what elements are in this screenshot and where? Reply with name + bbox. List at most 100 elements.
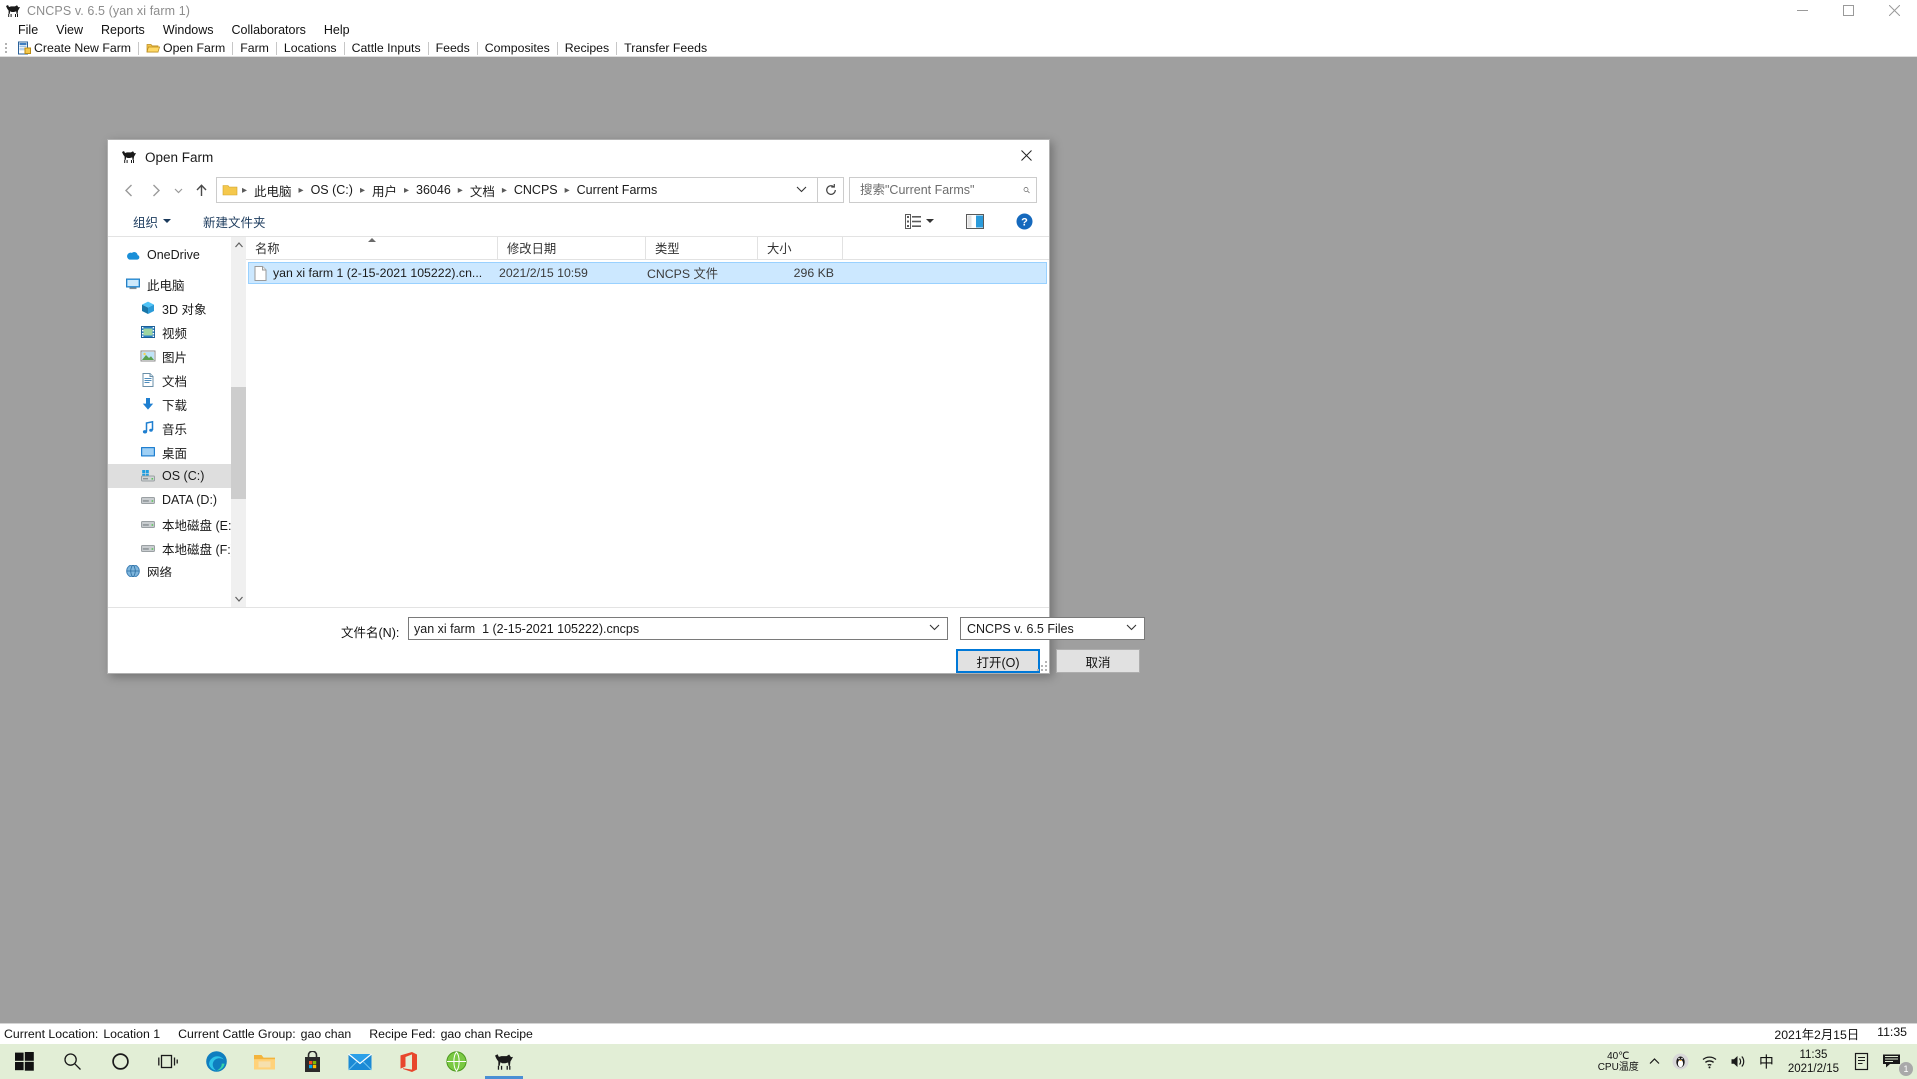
recent-locations-button[interactable] xyxy=(168,177,188,203)
nav-item-videos[interactable]: 视频 xyxy=(108,320,246,344)
toolbar-composites[interactable]: Composites xyxy=(479,40,556,56)
close-button[interactable] xyxy=(1871,0,1917,21)
breadcrumb-item-1[interactable]: OS (C:) xyxy=(306,180,358,200)
minimize-button[interactable] xyxy=(1779,0,1825,21)
toolbar-grip[interactable] xyxy=(2,42,9,55)
column-header-date-modified[interactable]: 修改日期 xyxy=(498,237,646,259)
file-list[interactable]: yan xi farm 1 (2-15-2021 105222).cn... 2… xyxy=(246,260,1049,607)
cpu-temperature-indicator[interactable]: 40℃ CPU温度 xyxy=(1594,1044,1643,1079)
browser-button[interactable] xyxy=(432,1044,480,1079)
nav-item-local-disk-f-label: 本地磁盘 (F:) xyxy=(162,542,235,557)
filetype-combobox[interactable]: CNCPS v. 6.5 Files xyxy=(960,617,1145,640)
volume-tray-button[interactable] xyxy=(1724,1044,1753,1079)
column-header-type[interactable]: 类型 xyxy=(646,237,758,259)
nav-item-local-disk-e[interactable]: 本地磁盘 (E:) xyxy=(108,512,246,536)
toolbar-open-farm[interactable]: Open Farm xyxy=(140,40,231,56)
microsoft-store-button[interactable] xyxy=(288,1044,336,1079)
edge-button[interactable] xyxy=(192,1044,240,1079)
forward-button[interactable] xyxy=(142,177,168,203)
nav-item-downloads[interactable]: 下载 xyxy=(108,392,246,416)
toolbar-open-farm-label: Open Farm xyxy=(163,41,226,55)
table-row[interactable]: yan xi farm 1 (2-15-2021 105222).cn... 2… xyxy=(248,262,1047,284)
refresh-button[interactable] xyxy=(818,177,844,203)
menu-view[interactable]: View xyxy=(47,22,92,39)
menu-windows[interactable]: Windows xyxy=(154,22,223,39)
address-bar[interactable]: ▸ 此电脑 ▸ OS (C:) ▸ 用户 ▸ 36046 ▸ 文档 ▸ CNCP… xyxy=(216,177,818,203)
nav-item-data-d[interactable]: DATA (D:) xyxy=(108,488,246,512)
penguin-tray-icon-button[interactable] xyxy=(1666,1044,1695,1079)
search-box[interactable] xyxy=(849,177,1037,203)
drive-icon xyxy=(141,545,155,552)
ime-indicator[interactable]: 中 xyxy=(1753,1044,1780,1079)
toolbar-transfer-feeds[interactable]: Transfer Feeds xyxy=(618,40,713,56)
toolbar-cattle-inputs[interactable]: Cattle Inputs xyxy=(346,40,427,56)
menu-collaborators[interactable]: Collaborators xyxy=(223,22,315,39)
toolbar-composites-label: Composites xyxy=(484,41,550,55)
help-button[interactable]: ? xyxy=(1010,209,1039,234)
scroll-down-button[interactable] xyxy=(231,591,246,607)
nav-item-documents[interactable]: 文档 xyxy=(108,368,246,392)
navigation-pane-scrollbar[interactable] xyxy=(231,237,246,607)
search-button[interactable] xyxy=(48,1044,96,1079)
cancel-button[interactable]: 取消 xyxy=(1056,649,1140,673)
search-icon[interactable] xyxy=(1023,183,1030,197)
open-button[interactable]: 打开(O) xyxy=(956,649,1040,673)
toolbar-feeds[interactable]: Feeds xyxy=(430,40,476,56)
menu-reports[interactable]: Reports xyxy=(92,22,154,39)
toolbar-create-new-farm[interactable]: Create New Farm xyxy=(11,40,137,56)
breadcrumb-item-2[interactable]: 用户 xyxy=(367,178,402,203)
task-view-button[interactable] xyxy=(144,1044,192,1079)
toolbar-recipes[interactable]: Recipes xyxy=(559,40,615,56)
breadcrumb-item-4[interactable]: 文档 xyxy=(465,178,500,203)
nav-item-os-c[interactable]: OS (C:) xyxy=(108,464,246,488)
toolbar-farm[interactable]: Farm xyxy=(234,40,275,56)
breadcrumb-item-0[interactable]: 此电脑 xyxy=(249,178,297,203)
address-dropdown-button[interactable] xyxy=(788,185,815,196)
column-header-size[interactable]: 大小 xyxy=(758,237,843,259)
office-button[interactable] xyxy=(384,1044,432,1079)
menu-file[interactable]: File xyxy=(9,22,47,39)
nav-item-local-disk-f[interactable]: 本地磁盘 (F:) xyxy=(108,536,246,560)
search-icon xyxy=(63,1053,81,1070)
toolbar-locations[interactable]: Locations xyxy=(278,40,343,56)
search-input[interactable] xyxy=(858,182,1023,198)
column-header-name[interactable]: 名称 xyxy=(246,237,498,259)
resize-grip[interactable] xyxy=(1035,659,1047,671)
breadcrumb-item-5[interactable]: CNCPS xyxy=(509,180,563,200)
mail-button[interactable] xyxy=(336,1044,384,1079)
network-tray-button[interactable] xyxy=(1695,1044,1724,1079)
filename-combobox[interactable] xyxy=(408,617,948,640)
cortana-button[interactable] xyxy=(96,1044,144,1079)
dialog-close-button[interactable] xyxy=(1004,140,1049,170)
breadcrumb-item-6[interactable]: Current Farms xyxy=(572,180,663,200)
cncps-taskbar-button[interactable] xyxy=(480,1044,528,1079)
filename-dropdown-button[interactable] xyxy=(922,623,947,634)
back-button[interactable] xyxy=(116,177,142,203)
taskbar-clock[interactable]: 11:35 2021/2/15 xyxy=(1780,1044,1847,1079)
up-button[interactable] xyxy=(188,177,214,203)
new-folder-button[interactable]: 新建文件夹 xyxy=(194,208,275,235)
file-explorer-button[interactable] xyxy=(240,1044,288,1079)
filetype-dropdown-button[interactable] xyxy=(1119,623,1144,634)
scroll-up-button[interactable] xyxy=(231,237,246,253)
nav-item-pictures[interactable]: 图片 xyxy=(108,344,246,368)
breadcrumb-item-3[interactable]: 36046 xyxy=(411,180,456,200)
nav-item-this-pc[interactable]: 此电脑 xyxy=(108,272,246,296)
action-center-button[interactable]: 1 xyxy=(1876,1044,1917,1079)
nav-item-3d-objects[interactable]: 3D 对象 xyxy=(108,296,246,320)
start-button[interactable] xyxy=(0,1044,48,1079)
filename-input[interactable] xyxy=(409,618,922,639)
notes-button[interactable] xyxy=(1847,1044,1876,1079)
scrollbar-thumb[interactable] xyxy=(231,387,246,499)
preview-pane-button[interactable] xyxy=(960,210,990,233)
change-view-button[interactable] xyxy=(899,210,940,233)
show-hidden-icons-button[interactable] xyxy=(1643,1044,1666,1079)
volume-icon xyxy=(1731,1056,1745,1067)
nav-item-desktop[interactable]: 桌面 xyxy=(108,440,246,464)
maximize-button[interactable] xyxy=(1825,0,1871,21)
nav-item-music[interactable]: 音乐 xyxy=(108,416,246,440)
nav-item-onedrive[interactable]: OneDrive xyxy=(108,243,246,267)
organize-button[interactable]: 组织 xyxy=(124,208,180,235)
menu-help[interactable]: Help xyxy=(315,22,359,39)
nav-item-network[interactable]: 网络 xyxy=(108,565,246,577)
